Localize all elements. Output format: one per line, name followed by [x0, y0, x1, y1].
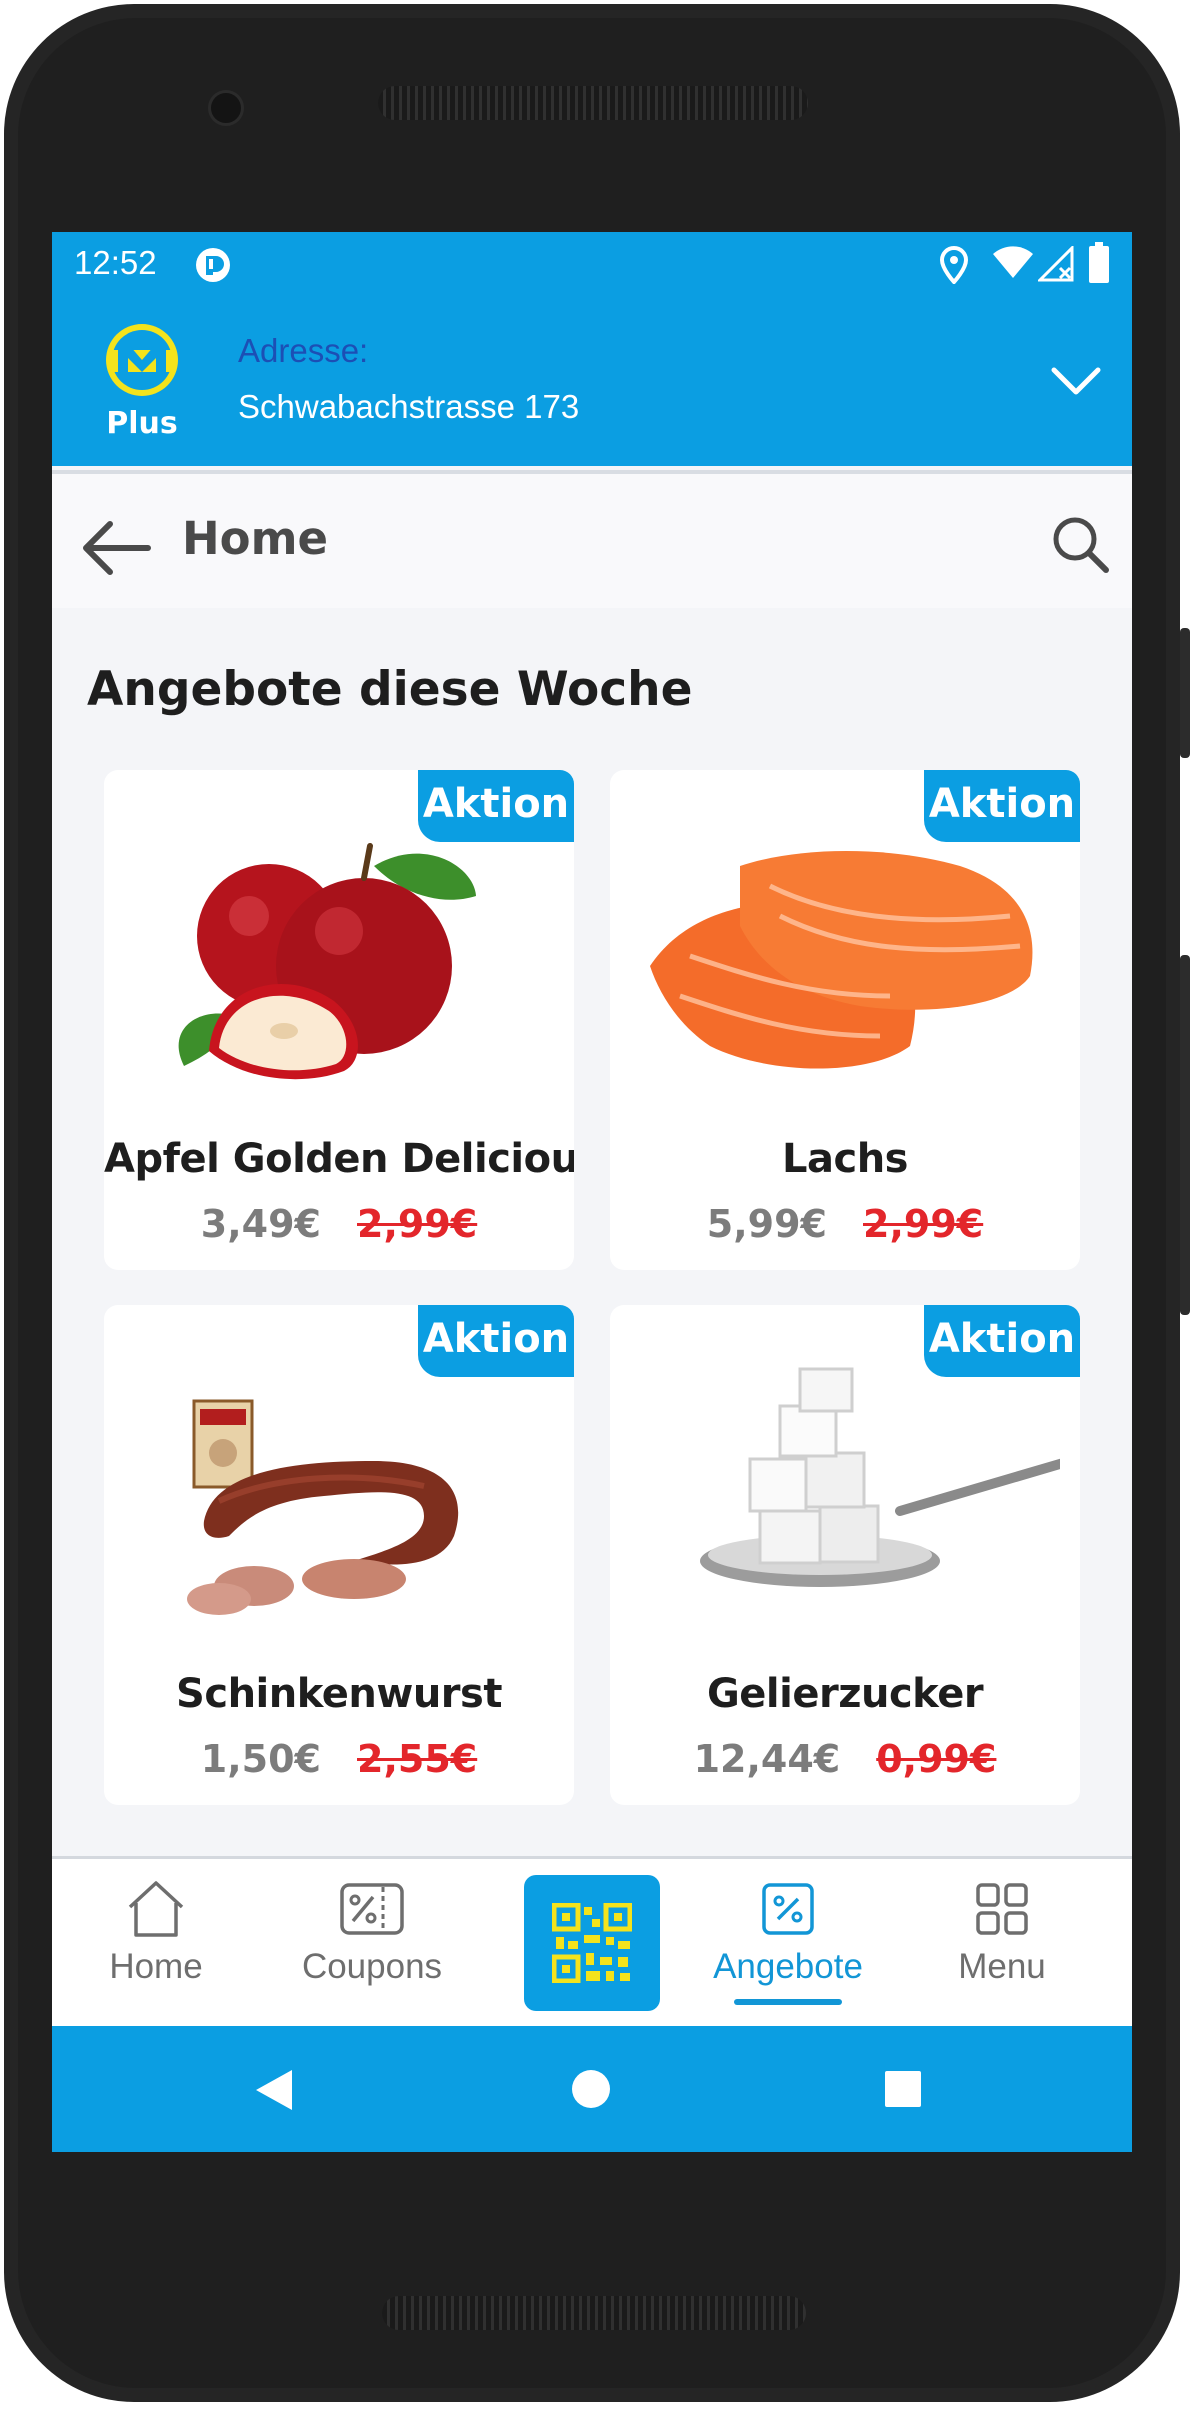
product-card[interactable]: Aktion Lachs 5,99€ 2,99€ [610, 770, 1080, 1270]
price-old: 5,99€ [706, 1202, 827, 1246]
chevron-down-icon[interactable] [1048, 352, 1104, 408]
address-label: Adresse: [238, 332, 369, 369]
qr-code-button[interactable] [524, 1875, 660, 2011]
power-button [1180, 628, 1190, 758]
search-icon[interactable] [1050, 514, 1110, 574]
app-screen: 12:52 Plus Adresse: Schwabachstrasse 173… [52, 232, 1132, 2152]
product-prices: 12,44€ 0,99€ [610, 1737, 1080, 1781]
apple-image [178, 843, 476, 1080]
nav-tab-menu[interactable]: Menu [912, 1879, 1092, 2009]
price-new: 2,99€ [863, 1202, 984, 1246]
product-card[interactable]: Aktion Schinkenwurst 1,50€ 2,55€ [104, 1305, 574, 1805]
product-name: Lachs [782, 1136, 908, 1182]
product-prices: 3,49€ 2,99€ [104, 1202, 574, 1246]
grid-menu-icon [976, 1883, 1028, 1935]
nav-label-menu: Menu [958, 1947, 1046, 1986]
offers-icon [762, 1883, 814, 1935]
home-icon [128, 1881, 184, 1937]
wifi-icon [993, 246, 1033, 278]
logo-m-icon [106, 324, 178, 396]
product-name: Schinkenwurst [176, 1671, 502, 1717]
status-time: 12:52 [74, 244, 157, 281]
product-card[interactable]: Aktion Apfel Golden Delicious 3,49€ 2,99€ [104, 770, 574, 1270]
bottom-speaker [382, 2296, 806, 2330]
address-value[interactable]: Schwabachstrasse 173 [238, 388, 579, 426]
product-name: Gelierzucker [706, 1671, 984, 1717]
product-card[interactable]: Aktion Gelierzucker 12,44€ 0,99€ [610, 1305, 1080, 1805]
nav-tab-coupons[interactable]: Coupons [282, 1879, 462, 2009]
location-icon [940, 246, 968, 284]
active-tab-indicator [734, 1999, 842, 2005]
app-header: Plus Adresse: Schwabachstrasse 173 [52, 296, 1132, 466]
qr-code-icon [552, 1903, 632, 1983]
section-title: Angebote diese Woche [87, 662, 693, 717]
product-name: Apfel Golden Delicious [104, 1136, 574, 1182]
system-recents-icon[interactable] [884, 2070, 922, 2108]
system-home-icon[interactable] [570, 2068, 612, 2110]
nav-label-angebote: Angebote [713, 1947, 863, 1986]
price-new: 0,99€ [876, 1737, 997, 1781]
bottom-navigation: Home Coupons Angebote Menu [52, 1856, 1132, 2029]
signal-icon [1038, 246, 1074, 282]
page-toolbar: Home [52, 470, 1132, 608]
brand-logo: Plus [86, 316, 198, 446]
back-arrow-icon[interactable] [80, 518, 152, 578]
volume-button [1180, 955, 1190, 1315]
system-back-icon[interactable] [252, 2066, 296, 2114]
price-new: 2,55€ [357, 1737, 478, 1781]
coupon-icon [340, 1883, 404, 1935]
top-speaker [378, 86, 808, 120]
system-navigation-bar [52, 2026, 1132, 2152]
price-old: 12,44€ [693, 1737, 841, 1781]
logo-plus-text: Plus [106, 406, 178, 441]
price-old: 1,50€ [200, 1737, 321, 1781]
battery-icon [1089, 242, 1109, 283]
sugar-cubes-image [700, 1367, 1060, 1587]
sausage-image [187, 1399, 459, 1615]
page-title: Home [182, 512, 328, 565]
salmon-image [650, 851, 1033, 1069]
nav-tab-angebote[interactable]: Angebote [698, 1879, 878, 2009]
product-prices: 1,50€ 2,55€ [104, 1737, 574, 1781]
status-bar: 12:52 [52, 232, 1132, 296]
nav-tab-home[interactable]: Home [66, 1879, 246, 2009]
product-prices: 5,99€ 2,99€ [610, 1202, 1080, 1246]
nav-label-coupons: Coupons [301, 1947, 443, 1986]
app-notification-icon [196, 248, 230, 282]
price-old: 3,49€ [200, 1202, 321, 1246]
nav-label-home: Home [109, 1947, 203, 1986]
front-camera [208, 90, 244, 126]
price-new: 2,99€ [357, 1202, 478, 1246]
